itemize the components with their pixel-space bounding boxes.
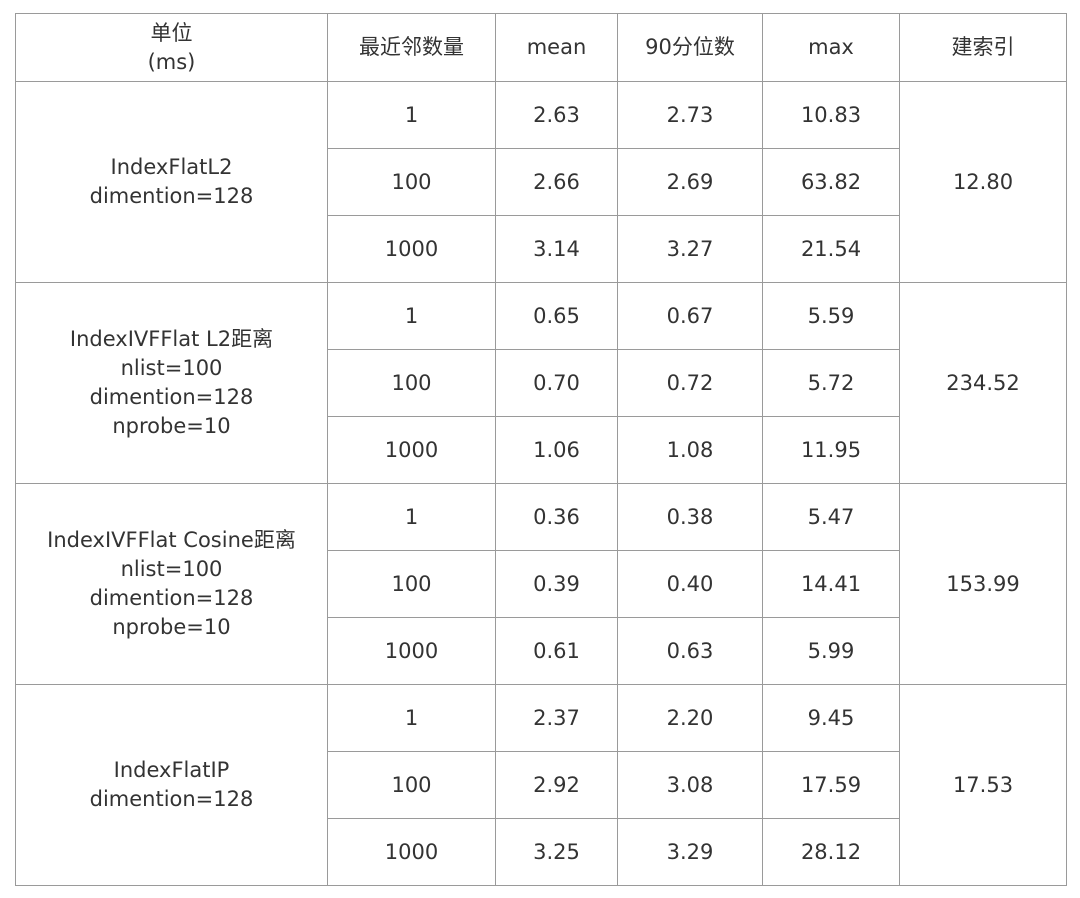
header-build-index: 建索引 [899,13,1067,82]
header-mean-line: mean [526,35,587,59]
table-row: IndexFlatIP dimention=128 1 2.37 2.20 9.45 17.… [15,684,1067,886]
mean-cell: 2.92 [495,751,618,819]
neighbor-count-cell: 100 [327,550,496,618]
index-config-line: dimention=128 [89,385,254,409]
page: 单位 (ms) 最近邻数量 mean 90分位数 max 建索引 IndexFlatL2 dim… [0,0,1080,898]
mean-cell: 1.06 [495,416,618,484]
index-config-line: nprobe=10 [112,615,231,639]
mean-cell: 2.37 [495,684,618,752]
header-unit: 单位 (ms) [15,13,328,82]
p90-cell: 0.72 [617,349,763,417]
p90-cell: 0.40 [617,550,763,618]
index-config-cell: IndexFlatIP dimention=128 [15,684,328,886]
index-config-line: nlist=100 [120,557,223,581]
index-config-line: dimention=128 [89,586,254,610]
header-unit-line: 单位 [150,20,193,45]
table-row: IndexIVFFlat Cosine距离 nlist=100 dimention=… [15,483,1067,685]
p90-cell: 3.27 [617,215,763,283]
max-cell: 21.54 [762,215,900,283]
header-p90: 90分位数 [617,13,763,82]
neighbor-count-cell: 100 [327,349,496,417]
header-max: max [762,13,900,82]
index-config-cell: IndexFlatL2 dimention=128 [15,81,328,283]
p90-cell: 2.20 [617,684,763,752]
index-config-cell: IndexIVFFlat L2距离 nlist=100 dimention=128 n… [15,282,328,484]
neighbor-count-cell: 1 [327,81,496,149]
mean-cell: 0.70 [495,349,618,417]
build-index-cell: 17.53 [899,684,1067,886]
max-cell: 10.83 [762,81,900,149]
header-neighbor-count-line: 最近邻数量 [359,35,464,59]
max-cell: 5.99 [762,617,900,685]
p90-cell: 2.73 [617,81,763,149]
max-cell: 5.59 [762,282,900,350]
table-row: IndexFlatL2 dimention=128 1 2.63 2.73 10.83 12… [15,81,1067,283]
index-config-line: nprobe=10 [112,414,231,438]
max-cell: 5.72 [762,349,900,417]
p90-cell: 0.67 [617,282,763,350]
index-config-cell: IndexIVFFlat Cosine距离 nlist=100 dimention=… [15,483,328,685]
index-config-line: IndexIVFFlat Cosine距离 [47,528,296,552]
build-index-cell: 234.52 [899,282,1067,484]
benchmark-table-body: 单位 (ms) 最近邻数量 mean 90分位数 max 建索引 IndexFlatL2 dim… [15,13,1067,886]
p90-cell: 3.08 [617,751,763,819]
neighbor-count-cell: 1000 [327,416,496,484]
neighbor-count-cell: 1000 [327,617,496,685]
build-index-cell: 153.99 [899,483,1067,685]
mean-cell: 3.14 [495,215,618,283]
p90-cell: 3.29 [617,818,763,886]
max-cell: 5.47 [762,483,900,551]
neighbor-count-cell: 1 [327,684,496,752]
mean-cell: 0.61 [495,617,618,685]
p90-cell: 0.38 [617,483,763,551]
mean-cell: 2.66 [495,148,618,216]
benchmark-table: 单位 (ms) 最近邻数量 mean 90分位数 max 建索引 IndexFlatL2 dim… [15,13,1067,886]
p90-cell: 0.63 [617,617,763,685]
mean-cell: 0.65 [495,282,618,350]
header-neighbor-count: 最近邻数量 [327,13,496,82]
index-config-line: dimention=128 [89,787,254,811]
max-cell: 17.59 [762,751,900,819]
build-index-cell: 12.80 [899,81,1067,283]
header-mean: mean [495,13,618,82]
header-max-line: max [808,35,854,59]
p90-cell: 2.69 [617,148,763,216]
mean-cell: 0.39 [495,550,618,618]
neighbor-count-cell: 100 [327,751,496,819]
index-config-line: dimention=128 [89,184,254,208]
neighbor-count-cell: 100 [327,148,496,216]
header-build-index-line: 建索引 [951,35,1015,59]
mean-cell: 0.36 [495,483,618,551]
max-cell: 11.95 [762,416,900,484]
header-row: 单位 (ms) 最近邻数量 mean 90分位数 max 建索引 [15,13,1067,82]
mean-cell: 2.63 [495,81,618,149]
max-cell: 14.41 [762,550,900,618]
neighbor-count-cell: 1 [327,282,496,350]
index-config-line: IndexFlatL2 [110,155,233,179]
index-config-line: IndexFlatIP [113,758,230,782]
header-p90-line: 90分位数 [645,35,735,59]
neighbor-count-cell: 1 [327,483,496,551]
p90-cell: 1.08 [617,416,763,484]
index-config-line: nlist=100 [120,356,223,380]
index-config-line: IndexIVFFlat L2距离 [69,327,274,351]
table-row: IndexIVFFlat L2距离 nlist=100 dimention=128 n… [15,282,1067,484]
mean-cell: 3.25 [495,818,618,886]
neighbor-count-cell: 1000 [327,215,496,283]
header-unit-line: (ms) [147,49,196,74]
max-cell: 9.45 [762,684,900,752]
max-cell: 63.82 [762,148,900,216]
max-cell: 28.12 [762,818,900,886]
neighbor-count-cell: 1000 [327,818,496,886]
